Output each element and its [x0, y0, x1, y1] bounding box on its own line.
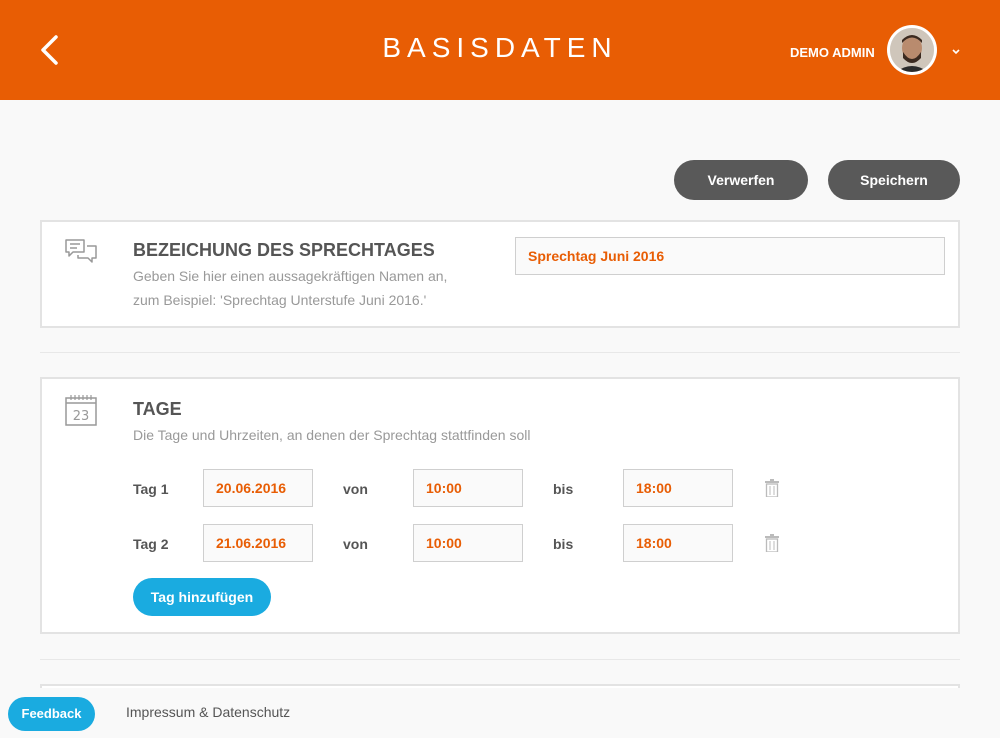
date-input[interactable]: 20.06.2016	[203, 469, 313, 507]
section-divider	[40, 352, 960, 353]
start-time-input[interactable]: 10:00	[413, 469, 523, 507]
user-name[interactable]: DEMO ADMIN	[790, 45, 875, 60]
days-section-card: 23 TAGE Die Tage und Uhrzeiten, an denen…	[40, 377, 960, 634]
day-label: Tag 2	[133, 536, 169, 552]
save-button[interactable]: Speichern	[828, 160, 960, 200]
discard-button[interactable]: Verwerfen	[674, 160, 808, 200]
name-section-card: BEZEICHUNG DES SPRECHTAGES Geben Sie hie…	[40, 220, 960, 328]
section-title: TAGE	[133, 399, 182, 419]
end-time-input[interactable]: 18:00	[623, 524, 733, 562]
section-description-line2: zum Beispiel: 'Sprechtag Unterstufe Juni…	[133, 292, 427, 308]
end-time-input[interactable]: 18:00	[623, 469, 733, 507]
footer-bar: Feedback Impressum & Datenschutz	[0, 688, 1000, 738]
avatar[interactable]	[887, 25, 937, 75]
trash-icon[interactable]	[764, 534, 780, 553]
day-label: Tag 1	[133, 481, 169, 497]
add-day-button[interactable]: Tag hinzufügen	[133, 578, 271, 616]
imprint-link[interactable]: Impressum & Datenschutz	[126, 704, 290, 720]
date-input[interactable]: 21.06.2016	[203, 524, 313, 562]
section-title: BEZEICHUNG DES SPRECHTAGES	[133, 240, 435, 260]
app-header: BASISDATEN DEMO ADMIN	[0, 0, 1000, 100]
from-label: von	[343, 481, 368, 497]
calendar-icon: 23	[64, 393, 98, 427]
section-description: Die Tage und Uhrzeiten, an denen der Spr…	[133, 427, 531, 443]
calendar-icon-number: 23	[73, 409, 90, 424]
feedback-button[interactable]: Feedback	[8, 697, 95, 731]
avatar-photo	[890, 28, 934, 72]
to-label: bis	[553, 481, 574, 497]
to-label: bis	[553, 536, 574, 552]
chevron-down-icon[interactable]	[950, 44, 962, 55]
from-label: von	[343, 536, 368, 552]
trash-icon[interactable]	[764, 479, 780, 498]
start-time-input[interactable]: 10:00	[413, 524, 523, 562]
section-description-line1: Geben Sie hier einen aussagekräftigen Na…	[133, 268, 448, 284]
event-name-input[interactable]: Sprechtag Juni 2016	[515, 237, 945, 275]
section-divider	[40, 659, 960, 660]
speech-bubbles-icon	[64, 236, 98, 270]
